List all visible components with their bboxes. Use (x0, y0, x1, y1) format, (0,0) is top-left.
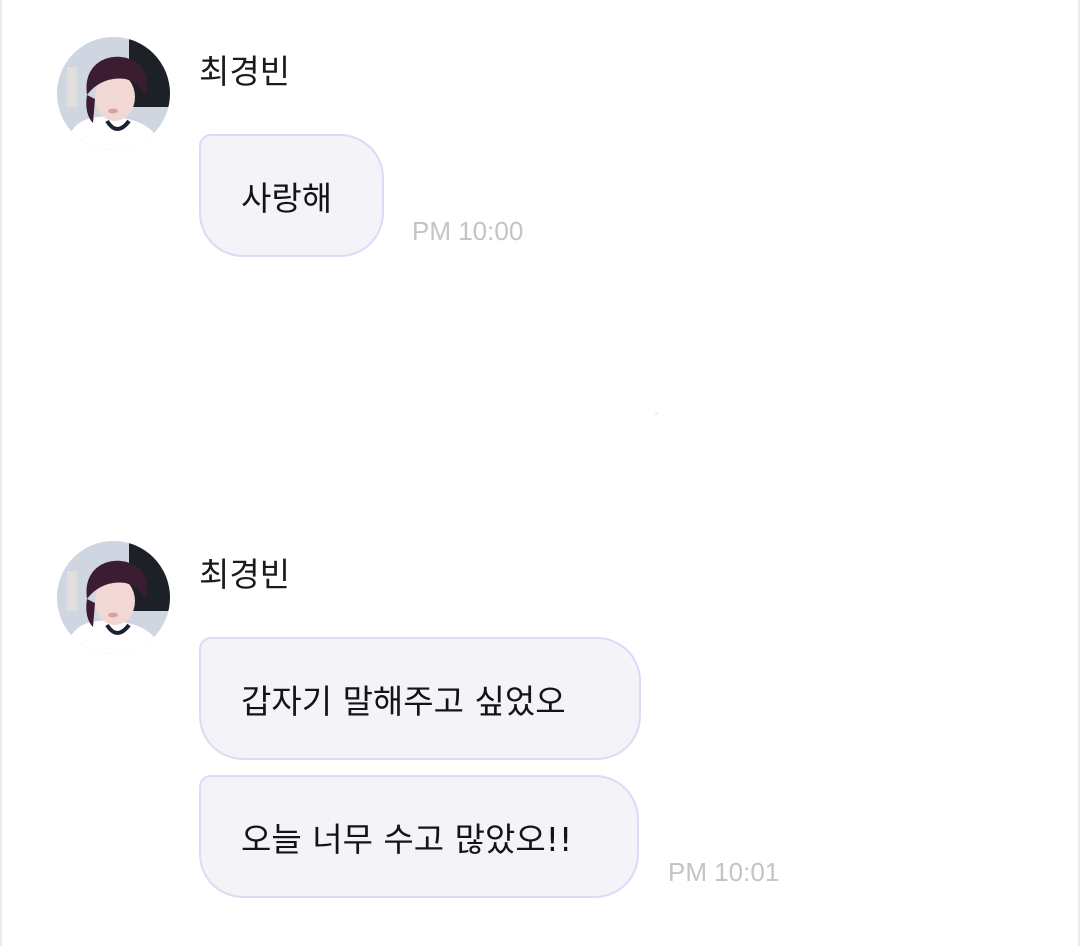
profile-photo-icon (57, 37, 170, 150)
avatar[interactable] (57, 37, 170, 150)
message-text: 사랑해 (241, 178, 333, 218)
message-bubble[interactable]: 오늘 너무 수고 많았오!! (199, 775, 639, 898)
message-bubble[interactable]: 사랑해 (199, 134, 384, 257)
message-timestamp: PM 10:01 (668, 857, 780, 887)
avatar[interactable] (57, 541, 170, 654)
message-text: 갑자기 말해주고 싶었오 (241, 681, 566, 721)
message-bubble[interactable]: 갑자기 말해주고 싶었오 (199, 637, 641, 760)
sender-name: 최경빈 (199, 555, 291, 594)
message-text: 오늘 너무 수고 많았오!! (241, 819, 573, 859)
message-timestamp: PM 10:00 (412, 216, 524, 246)
profile-photo-icon (57, 541, 170, 654)
sender-name: 최경빈 (199, 52, 291, 91)
screen-edge-left (0, 0, 2, 946)
divider-dot (655, 412, 658, 415)
